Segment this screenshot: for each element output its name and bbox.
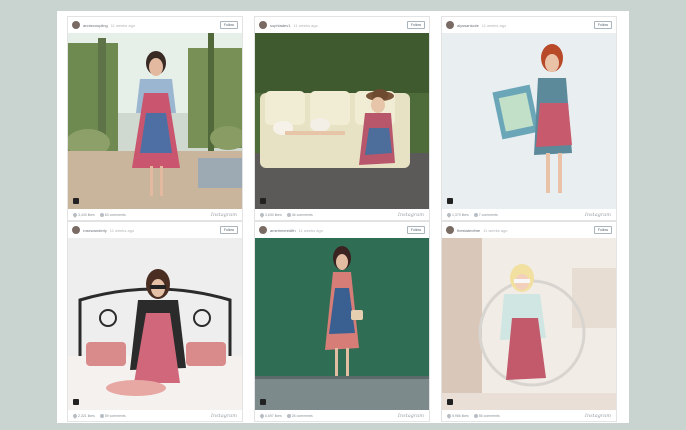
instagram-logo[interactable]: Instagram: [211, 212, 237, 218]
post-header: anniecoupling 11 weeks ago Follow: [68, 17, 242, 33]
post-header: alyssanicole 11 weeks ago Follow: [442, 17, 616, 33]
post-photo[interactable]: [442, 33, 616, 209]
post-footer: 3,443 likes 63 comments Instagram: [68, 209, 242, 220]
post-card: alyssanicole 11 weeks ago Follow 1,379 l…: [441, 16, 617, 221]
heart-icon[interactable]: [259, 412, 265, 419]
heart-icon[interactable]: [72, 211, 78, 218]
avatar[interactable]: [72, 21, 80, 29]
comment-icon[interactable]: [99, 212, 104, 217]
comment-count: 26 comments: [291, 413, 313, 418]
post-time: 11 weeks ago: [483, 227, 508, 233]
post-header: sophiadev1 11 weeks ago Follow: [255, 17, 429, 33]
heart-icon[interactable]: [259, 211, 265, 218]
post-header: amerimeredith 11 weeks ago Follow: [255, 222, 429, 238]
post-time: 11 weeks ago: [109, 227, 135, 233]
camera-icon: [447, 198, 453, 204]
comment-count: 59 comments: [104, 413, 126, 418]
avatar[interactable]: [259, 21, 267, 29]
post-photo[interactable]: [255, 238, 429, 410]
follow-button[interactable]: Follow: [593, 21, 612, 29]
photo-patio-sofa: [255, 33, 429, 209]
follow-button[interactable]: Follow: [219, 21, 238, 29]
comment-count: 63 comments: [104, 212, 126, 217]
photo-bed: [68, 238, 242, 410]
like-count: 6,697 likes: [265, 413, 282, 418]
post-photo[interactable]: [68, 33, 242, 209]
heart-icon[interactable]: [446, 211, 452, 218]
comment-icon[interactable]: [473, 212, 478, 217]
like-count: 3,443 likes: [78, 212, 95, 217]
avatar[interactable]: [446, 21, 454, 29]
follow-button[interactable]: Follow: [219, 226, 238, 234]
like-count: 1,379 likes: [452, 212, 469, 217]
username[interactable]: rosewanderly: [83, 228, 107, 233]
username[interactable]: amerimeredith: [270, 228, 296, 233]
post-time: 11 weeks ago: [481, 22, 507, 28]
photo-map-wall: [442, 33, 616, 209]
follow-button[interactable]: Follow: [406, 226, 425, 234]
avatar[interactable]: [72, 226, 80, 234]
comment-count: 56 comments: [478, 413, 500, 418]
heart-icon[interactable]: [446, 412, 452, 419]
post-header: thestateofme 11 weeks ago Follow: [442, 222, 616, 238]
post-time: 11 weeks ago: [298, 227, 323, 233]
like-count: 5,966 likes: [452, 413, 469, 418]
post-photo[interactable]: [442, 238, 616, 410]
post-footer: 5,966 likes 56 comments Instagram: [442, 410, 616, 421]
instagram-embed-grid: anniecoupling 11 weeks ago Follow 3,443 …: [57, 11, 629, 423]
comment-icon[interactable]: [473, 413, 478, 418]
instagram-logo[interactable]: Instagram: [398, 212, 424, 218]
instagram-logo[interactable]: Instagram: [585, 413, 611, 419]
camera-icon: [447, 399, 453, 405]
post-card: amerimeredith 11 weeks ago Follow 6,697 …: [254, 221, 430, 422]
username[interactable]: alyssanicole: [457, 23, 479, 28]
comment-count: 46 comments: [291, 212, 313, 217]
photo-hanging-chair: [442, 238, 616, 410]
camera-icon: [73, 399, 79, 405]
post-photo[interactable]: [255, 33, 429, 209]
camera-icon: [260, 198, 266, 204]
photo-green-wall: [255, 238, 429, 410]
post-photo[interactable]: [68, 238, 242, 410]
like-count: 3,630 likes: [265, 212, 282, 217]
follow-button[interactable]: Follow: [406, 21, 425, 29]
post-footer: 3,630 likes 46 comments Instagram: [255, 209, 429, 220]
instagram-logo[interactable]: Instagram: [585, 212, 611, 218]
post-card: sophiadev1 11 weeks ago Follow 3,630 lik…: [254, 16, 430, 221]
follow-button[interactable]: Follow: [593, 226, 612, 234]
comment-icon[interactable]: [286, 413, 291, 418]
post-card: anniecoupling 11 weeks ago Follow 3,443 …: [67, 16, 243, 221]
camera-icon: [73, 198, 79, 204]
post-header: rosewanderly 11 weeks ago Follow: [68, 222, 242, 238]
comment-icon[interactable]: [99, 413, 104, 418]
post-footer: 1,379 likes 7 comments Instagram: [442, 209, 616, 220]
like-count: 2,321 likes: [78, 413, 95, 418]
username[interactable]: thestateofme: [457, 228, 480, 233]
post-card: thestateofme 11 weeks ago Follow 5,966 l…: [441, 221, 617, 422]
avatar[interactable]: [446, 226, 454, 234]
post-card: rosewanderly 11 weeks ago Follow 2,321 l…: [67, 221, 243, 422]
instagram-logo[interactable]: Instagram: [398, 413, 424, 419]
instagram-logo[interactable]: Instagram: [211, 413, 237, 419]
heart-icon[interactable]: [72, 412, 78, 419]
camera-icon: [260, 399, 266, 405]
comment-count: 7 comments: [478, 212, 498, 217]
post-time: 11 weeks ago: [293, 22, 318, 28]
username[interactable]: anniecoupling: [83, 23, 108, 28]
avatar[interactable]: [259, 226, 267, 234]
comment-icon[interactable]: [286, 212, 291, 217]
post-time: 11 weeks ago: [110, 22, 136, 28]
post-footer: 2,321 likes 59 comments Instagram: [68, 410, 242, 421]
post-footer: 6,697 likes 26 comments Instagram: [255, 410, 429, 421]
photo-desert-garden: [68, 33, 242, 209]
username[interactable]: sophiadev1: [270, 23, 290, 28]
